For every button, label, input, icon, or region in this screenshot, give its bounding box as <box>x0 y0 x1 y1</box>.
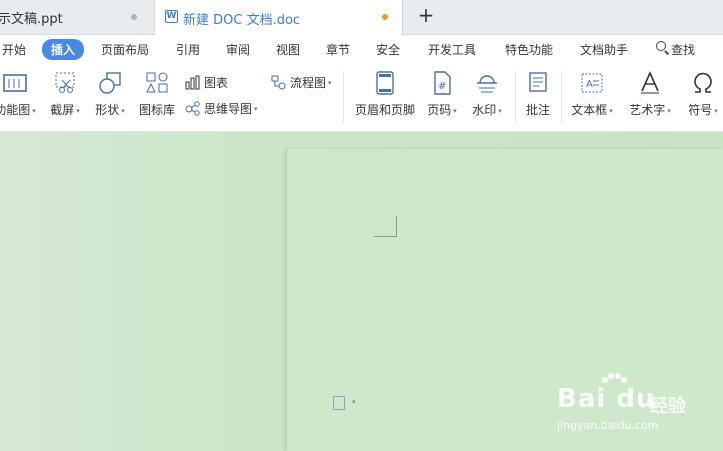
scissors-icon <box>53 71 77 95</box>
mindmap-button[interactable]: 思维导图 ▾ <box>185 100 258 117</box>
wordart-label: 艺术字 <box>629 103 666 117</box>
menu-review[interactable]: 审阅 <box>226 41 250 58</box>
comment-button[interactable]: 批注 <box>522 71 554 118</box>
menu-developer[interactable]: 开发工具 <box>428 41 476 58</box>
unsaved-dot <box>382 14 388 20</box>
textbox-label: 文本框 <box>571 103 608 117</box>
func-chart-button[interactable]: 功能图 ▾ <box>0 71 40 118</box>
menu-page-layout[interactable]: 页面布局 <box>101 41 149 58</box>
mindmap-label: 思维导图 <box>204 102 253 116</box>
baidu-brand-text: Bai du <box>557 384 656 414</box>
new-tab-plus-icon[interactable]: + <box>414 4 438 28</box>
comment-icon <box>526 71 550 95</box>
watermark-url: jingyan.baidu.com <box>557 419 659 432</box>
chart-button[interactable]: 图表 <box>185 74 228 91</box>
menu-insert[interactable]: 插入 <box>42 39 85 60</box>
menu-search[interactable]: 查找 <box>671 41 695 58</box>
header-footer-icon <box>373 71 397 95</box>
icon-library-button[interactable]: 图标库 <box>137 71 177 118</box>
watermark-icon <box>475 71 499 95</box>
watermark-label: 水印 <box>472 103 497 117</box>
menu-security[interactable]: 安全 <box>376 41 400 58</box>
textbox-button[interactable]: A 文本框 ▾ <box>568 71 616 118</box>
tab-status-dot <box>131 14 137 20</box>
menu-special[interactable]: 特色功能 <box>505 41 553 58</box>
page-number-label: 页码 <box>427 103 452 117</box>
menu-references[interactable]: 引用 <box>176 41 200 58</box>
tab-doc[interactable]: W 新建 DOC 文档.doc <box>154 0 403 35</box>
header-footer-button[interactable]: 页眉和页脚 <box>354 71 416 118</box>
tab-label: 示文稿.ppt <box>0 11 63 27</box>
tab-label: 新建 DOC 文档.doc <box>183 13 301 28</box>
watermark-button[interactable]: 水印 ▾ <box>469 71 505 118</box>
shapes-button[interactable]: 形状 ▾ <box>92 71 128 118</box>
wordart-icon <box>638 71 662 95</box>
page-number-button[interactable]: # 页码 ▾ <box>424 71 460 118</box>
ribbon-insert: 功能图 ▾ 截屏 ▾ 形状 ▾ 图标库 图表 思维导图 ▾ 流程图 ▾ 页眉和页… <box>0 63 723 132</box>
omega-icon <box>691 71 715 95</box>
search-icon[interactable] <box>656 41 666 51</box>
menu-doc-assistant[interactable]: 文档助手 <box>580 41 628 58</box>
mindmap-icon <box>185 101 200 116</box>
textbox-icon: A <box>580 71 604 95</box>
screenshot-button[interactable]: 截屏 ▾ <box>47 71 83 118</box>
chart-label: 图表 <box>204 76 229 90</box>
flowchart-label: 流程图 <box>290 76 327 90</box>
paste-options-caret[interactable]: ▾ <box>352 398 356 406</box>
divider <box>561 71 562 123</box>
tab-bar: 示文稿.ppt W 新建 DOC 文档.doc + <box>0 0 723 35</box>
divider <box>515 71 516 123</box>
menu-bar: 开始 插入 页面布局 引用 审阅 视图 章节 安全 开发工具 特色功能 文档助手… <box>0 35 723 63</box>
symbol-button[interactable]: 符号 ▾ <box>684 71 722 118</box>
svg-text:#: # <box>438 81 446 92</box>
menu-view[interactable]: 视图 <box>276 41 300 58</box>
icon-library-icon <box>145 71 169 95</box>
menu-start[interactable]: 开始 <box>2 41 26 58</box>
shapes-label: 形状 <box>95 103 120 117</box>
paste-options-icon[interactable] <box>333 396 345 410</box>
wordart-button[interactable]: 艺术字 ▾ <box>626 71 674 118</box>
icon-library-label: 图标库 <box>138 103 175 117</box>
baidu-jingyan-watermark: Bai du 经验 jingyan.baidu.com <box>557 372 717 442</box>
func-chart-icon <box>3 71 27 95</box>
jingyan-text: 经验 <box>650 396 686 417</box>
tab-ppt[interactable]: 示文稿.ppt <box>0 0 153 34</box>
svg-text:A: A <box>586 79 593 90</box>
flowchart-button[interactable]: 流程图 ▾ <box>271 74 332 91</box>
shapes-icon <box>98 71 122 95</box>
divider <box>343 71 344 123</box>
margin-corner-mark <box>374 216 397 237</box>
func-chart-label: 功能图 <box>0 103 31 117</box>
screenshot-label: 截屏 <box>50 103 75 117</box>
page-number-icon: # <box>430 71 454 95</box>
menu-section[interactable]: 章节 <box>326 41 350 58</box>
bar-chart-icon <box>185 75 200 90</box>
symbol-label: 符号 <box>688 103 713 117</box>
header-footer-label: 页眉和页脚 <box>354 103 415 117</box>
word-doc-icon: W <box>165 10 178 23</box>
comment-label: 批注 <box>525 103 550 117</box>
flowchart-icon <box>271 75 286 90</box>
